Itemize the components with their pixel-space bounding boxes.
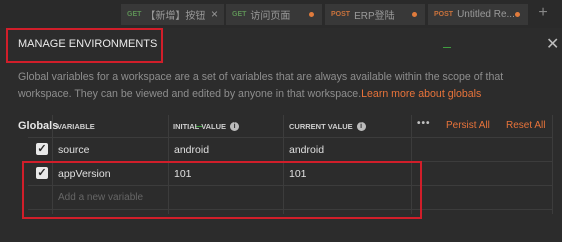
tab-request-3[interactable]: POST ERP登陆 (325, 4, 425, 25)
close-icon[interactable]: × (211, 7, 218, 21)
method-badge: POST (434, 11, 454, 18)
persist-all-button[interactable]: Persist All (446, 120, 490, 131)
column-header-current-value: CURRENT VALUE i (289, 122, 366, 131)
tab-label: Untitled Re... (457, 9, 515, 20)
tab-request-1[interactable]: GET 【新增】按钮 × (121, 4, 224, 25)
table-row: ✓ source android android (28, 137, 553, 162)
unsaved-dot-icon (515, 12, 520, 17)
tab-bar: GET 【新增】按钮 × GET 访问页面 POST ERP登陆 POST Un… (0, 0, 562, 28)
tab-label: 【新增】按钮 (145, 11, 206, 22)
tab-request-4[interactable]: POST Untitled Re... (428, 4, 528, 25)
info-icon[interactable]: i (230, 122, 240, 131)
rows-highlight-box (22, 161, 422, 219)
close-icon[interactable]: ✕ (546, 34, 559, 54)
more-options-icon[interactable]: ••• (417, 118, 431, 129)
column-header-variable: VARIABLE (57, 122, 95, 131)
initial-value-cell[interactable]: android (174, 144, 209, 156)
tab-label: 访问页面 (250, 11, 291, 22)
method-badge: GET (232, 11, 247, 18)
decorative-marker (443, 47, 451, 48)
new-tab-plus-icon[interactable]: + (531, 2, 555, 24)
modal-description: Global variables for a workspace are a s… (18, 69, 558, 103)
tab-label: ERP登陆 (354, 11, 395, 22)
variable-name-cell[interactable]: source (58, 144, 90, 156)
method-badge: GET (127, 11, 142, 18)
unsaved-dot-icon (412, 12, 417, 17)
column-header-initial-value: INITIAL VALUE i (173, 122, 240, 131)
title-highlight-box (6, 28, 163, 63)
tab-request-2[interactable]: GET 访问页面 (226, 4, 322, 25)
unsaved-dot-icon (309, 12, 314, 17)
reset-all-button[interactable]: Reset All (506, 120, 545, 131)
table-header: VARIABLE INITIAL VALUE i CURRENT VALUE i •… (28, 115, 562, 137)
learn-more-link[interactable]: Learn more about globals (361, 88, 481, 100)
info-icon[interactable]: i (356, 122, 366, 131)
row-enabled-checkbox[interactable]: ✓ (36, 143, 48, 155)
current-value-cell[interactable]: android (289, 144, 324, 156)
method-badge: POST (331, 11, 351, 18)
